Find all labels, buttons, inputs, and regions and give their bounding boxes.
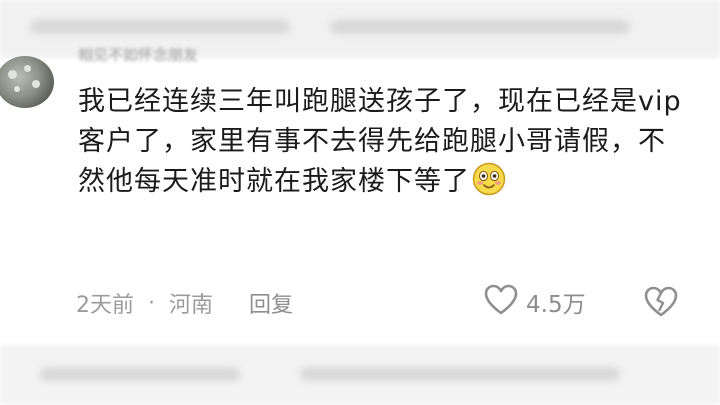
- broken-heart-icon[interactable]: [644, 286, 678, 322]
- username[interactable]: 相见不如怀念朋友: [78, 44, 298, 64]
- comment-meta: 2天前 · 河南 回复: [76, 286, 293, 320]
- comment-body: 我已经连续三年叫跑腿送孩子了，现在已经是vip客户了，家里有事不去得先给跑腿小哥…: [78, 82, 688, 202]
- user-avatar[interactable]: [0, 56, 54, 108]
- heart-outline-icon[interactable]: [484, 284, 518, 320]
- reply-button[interactable]: 回复: [249, 287, 293, 319]
- meta-separator: ·: [148, 290, 155, 316]
- comment-text: 我已经连续三年叫跑腿送孩子了，现在已经是vip客户了，家里有事不去得先给跑腿小哥…: [78, 86, 682, 197]
- smiling-face-icon: [472, 162, 506, 196]
- like-count: 4.5万: [526, 292, 586, 318]
- dislike-button[interactable]: [644, 286, 678, 322]
- comment-location: 河南: [169, 293, 214, 318]
- comment-time: 2天前: [76, 293, 134, 318]
- like-button[interactable]: 4.5万: [484, 284, 586, 320]
- blurred-next-content: [0, 345, 720, 405]
